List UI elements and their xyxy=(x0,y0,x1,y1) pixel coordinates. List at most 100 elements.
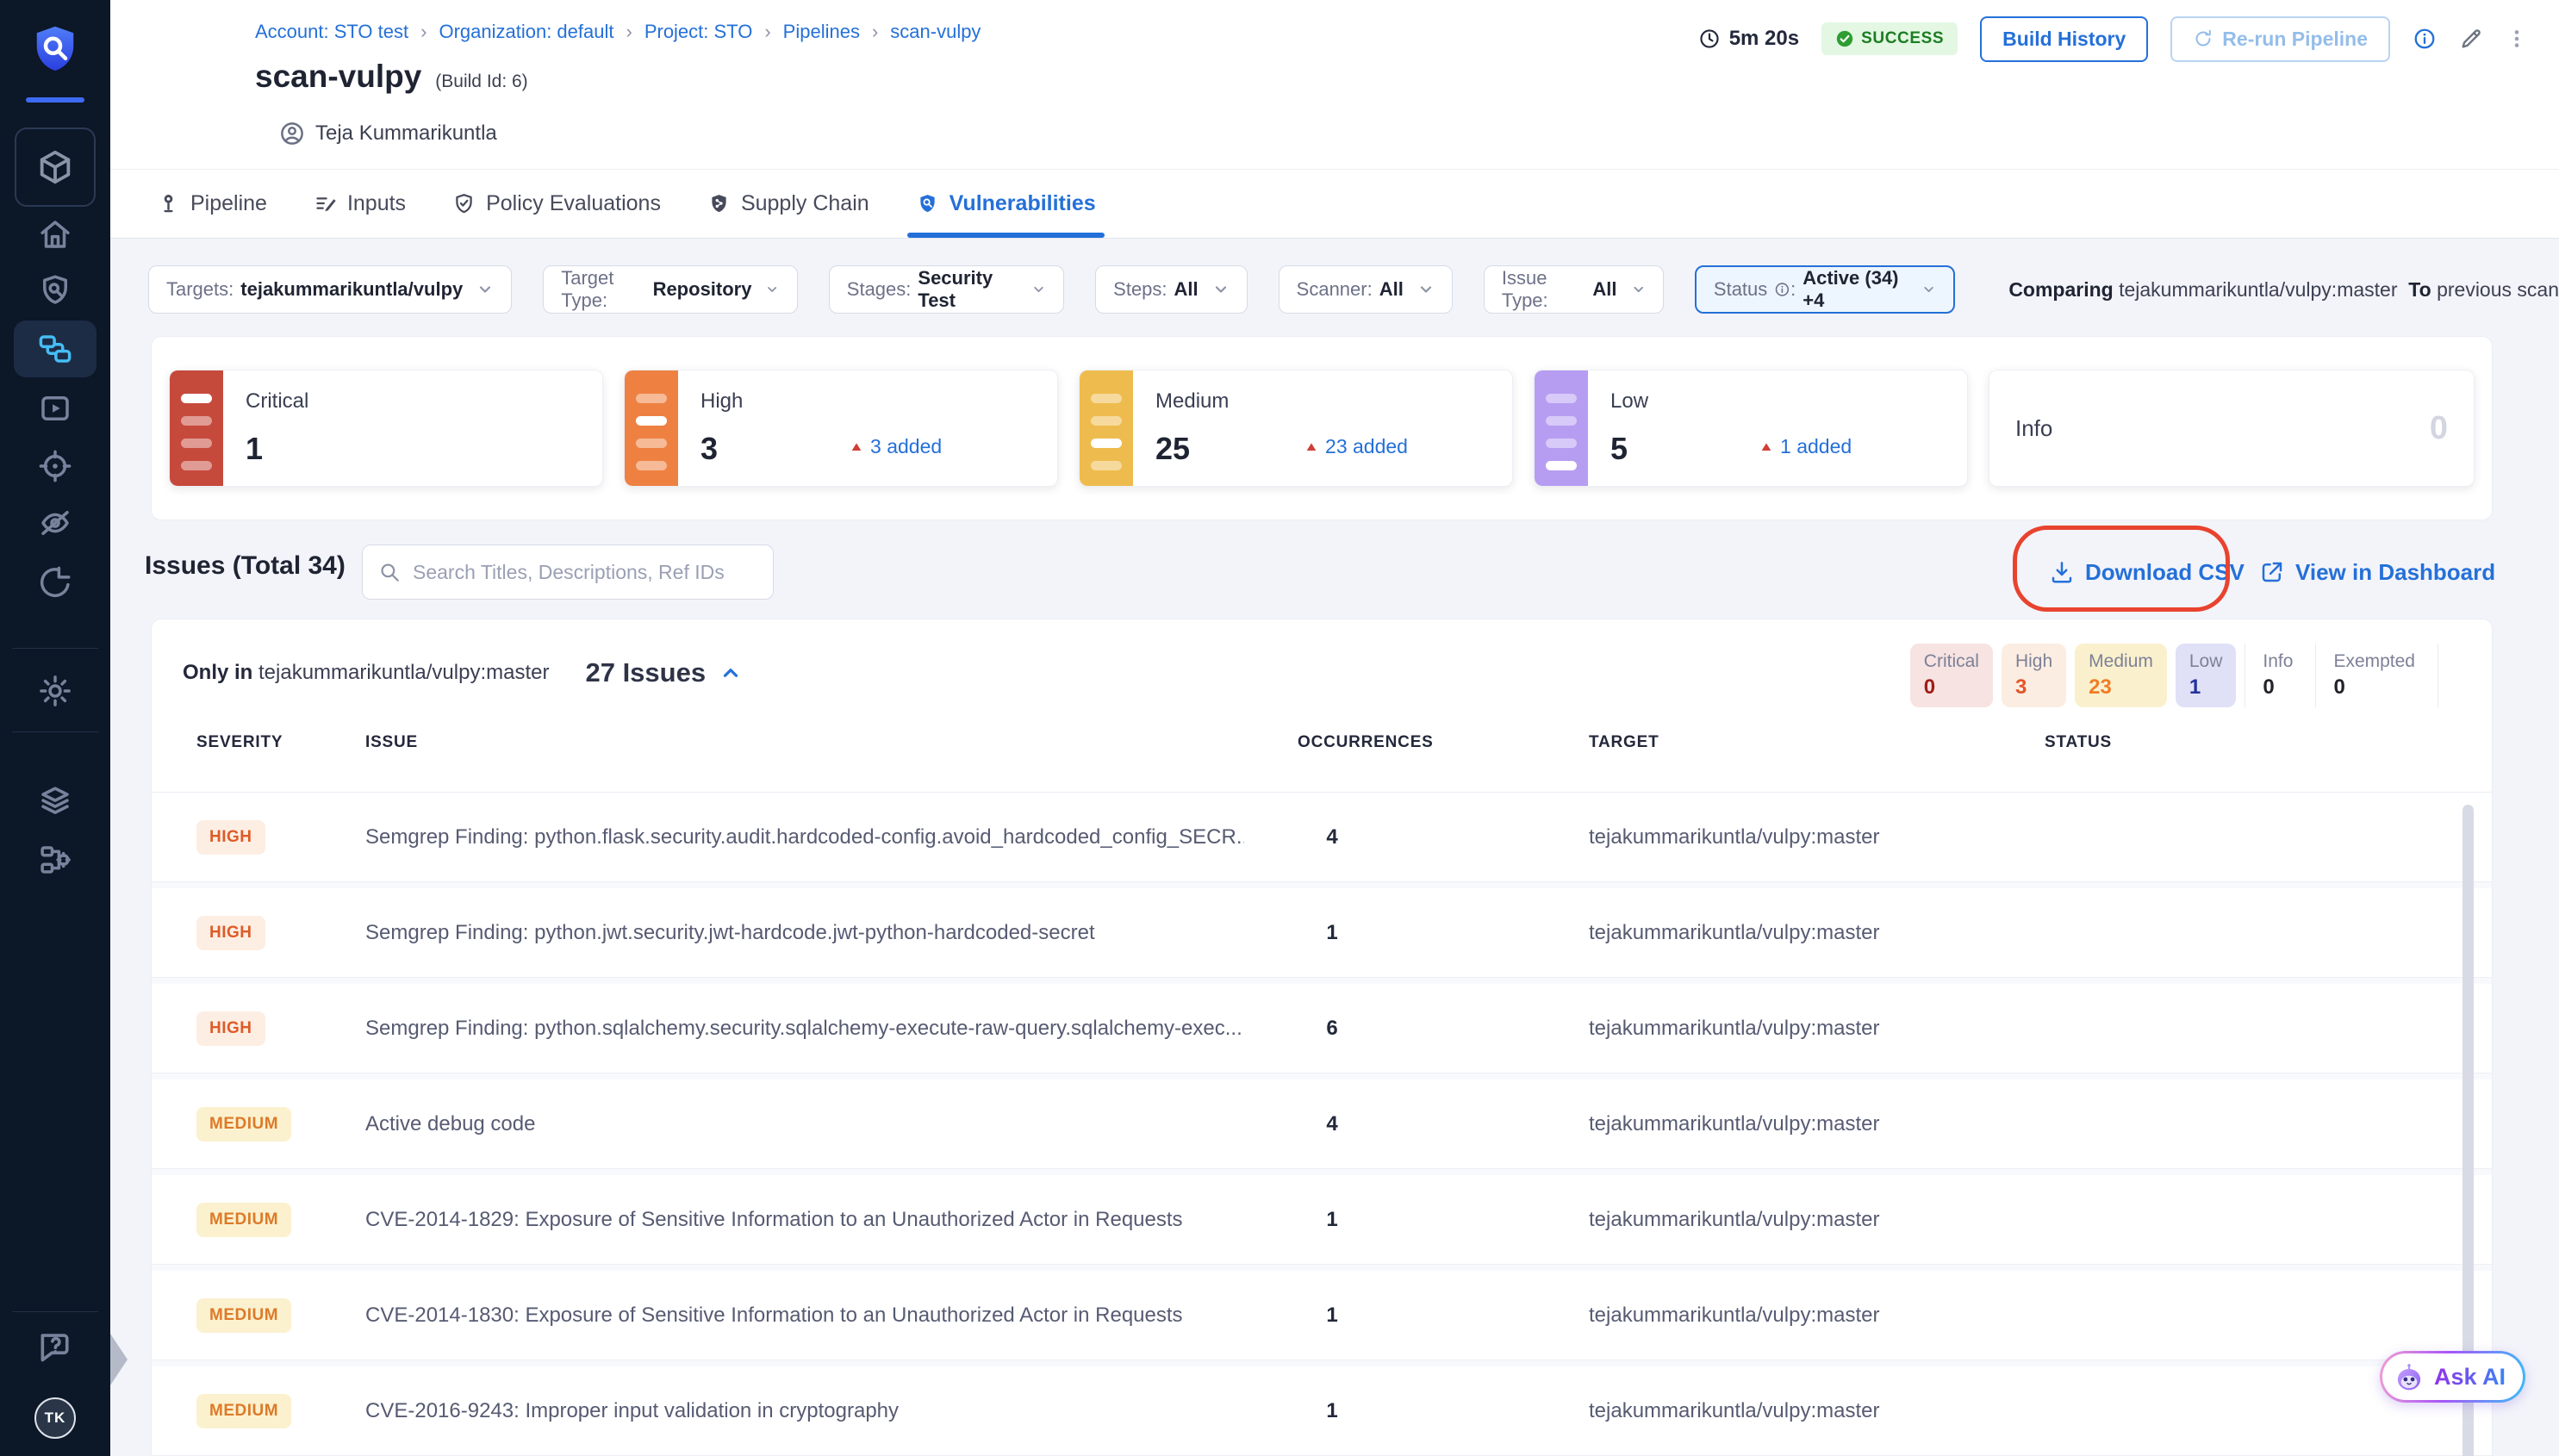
nav-overview-icon[interactable] xyxy=(37,272,73,308)
tab-policy-evaluations[interactable]: Policy Evaluations xyxy=(452,170,661,238)
download-csv-button[interactable]: Download CSV xyxy=(2049,548,2245,596)
nav-test-targets-icon[interactable] xyxy=(37,448,73,484)
card-label: High xyxy=(700,389,743,414)
filter-status[interactable]: Status:Active (34) +4 xyxy=(1695,265,1955,314)
nav-home-icon[interactable] xyxy=(37,216,73,252)
chip-critical[interactable]: Critical0 xyxy=(1910,644,1993,707)
user-icon xyxy=(279,121,305,146)
chevron-up-icon[interactable] xyxy=(719,662,742,684)
occurrences-count: 6 xyxy=(1276,1017,1388,1041)
tab-inputs[interactable]: Inputs xyxy=(314,170,406,238)
table-row[interactable]: MEDIUM CVE-2016-9243: Improper input val… xyxy=(152,1366,2492,1456)
search-input[interactable] xyxy=(411,560,757,585)
triangle-up-icon xyxy=(1304,440,1318,454)
chip-label: Low xyxy=(2189,651,2223,672)
filter-scanner[interactable]: Scanner:All xyxy=(1279,265,1453,314)
severity-badge: HIGH xyxy=(196,916,265,950)
occurrences-count: 1 xyxy=(1276,1399,1388,1423)
severity-badge: HIGH xyxy=(196,1011,265,1046)
filter-stages[interactable]: Stages:Security Test xyxy=(829,265,1064,314)
table-row[interactable]: HIGH Semgrep Finding: python.flask.secur… xyxy=(152,793,2492,882)
user-avatar[interactable]: TK xyxy=(34,1397,76,1439)
rerun-pipeline-button[interactable]: Re-run Pipeline xyxy=(2170,16,2390,62)
chip-info[interactable]: Info0 xyxy=(2245,644,2307,707)
table-row[interactable]: MEDIUM CVE-2014-1830: Exposure of Sensit… xyxy=(152,1271,2492,1360)
chevron-down-icon xyxy=(1631,281,1646,298)
execution-tabs: Pipeline Inputs Policy Evaluations Supply C… xyxy=(110,169,2559,239)
nav-executions-icon[interactable] xyxy=(37,390,73,426)
nav-pipelines-icon[interactable] xyxy=(14,320,97,377)
target-name: tejakummarikuntla/vulpy:master xyxy=(1589,1112,1879,1136)
group-issue-count: 27 Issues xyxy=(585,657,706,688)
filter-steps[interactable]: Steps:All xyxy=(1095,265,1248,314)
pipeline-tab-icon xyxy=(157,192,180,215)
tab-pipeline[interactable]: Pipeline xyxy=(157,170,267,238)
sidebar-expand-handle[interactable] xyxy=(110,1334,128,1385)
breadcrumb-item[interactable]: Account: STO test xyxy=(255,21,408,43)
severity-chips-row: Critical0High3Medium23Low1Info0Exempted0 xyxy=(1910,644,2438,707)
chip-low[interactable]: Low1 xyxy=(2176,644,2237,707)
download-icon xyxy=(2049,559,2075,585)
nav-exemptions-icon[interactable] xyxy=(37,505,73,541)
tab-supply-chain[interactable]: Supply Chain xyxy=(707,170,869,238)
chevron-down-icon xyxy=(765,281,779,298)
table-row[interactable]: MEDIUM Active debug code 4 tejakummariku… xyxy=(152,1080,2492,1169)
table-row[interactable]: HIGH Semgrep Finding: python.jwt.securit… xyxy=(152,888,2492,978)
table-row[interactable]: HIGH Semgrep Finding: python.sqlalchemy.… xyxy=(152,984,2492,1073)
issues-table-panel: Only in tejakummarikuntla/vulpy:master 2… xyxy=(151,619,2493,1456)
target-name: tejakummarikuntla/vulpy:master xyxy=(1589,1208,1879,1232)
view-in-dashboard-button[interactable]: View in Dashboard xyxy=(2259,548,2495,596)
chip-value: 0 xyxy=(1924,675,1979,700)
nav-project-settings-icon[interactable] xyxy=(37,673,73,709)
search-icon xyxy=(378,561,401,583)
build-history-button[interactable]: Build History xyxy=(1980,16,2148,62)
column-header-target: TARGET xyxy=(1589,733,1659,752)
chevron-down-icon xyxy=(1212,281,1230,298)
filter-issue-type[interactable]: Issue Type:All xyxy=(1484,265,1664,314)
chevron-down-icon xyxy=(1031,281,1046,298)
nav-environments-icon[interactable] xyxy=(37,783,73,819)
group-target-name: tejakummarikuntla/vulpy:master xyxy=(258,661,549,684)
nav-infrastructure-icon[interactable] xyxy=(37,842,73,878)
column-header-occurrences: OCCURRENCES xyxy=(1298,733,1434,752)
severity-badge: MEDIUM xyxy=(196,1298,291,1333)
issue-title: CVE-2016-9243: Improper input validation… xyxy=(365,1399,899,1423)
issues-rows: HIGH Semgrep Finding: python.flask.secur… xyxy=(152,792,2492,1456)
issues-search-box[interactable] xyxy=(362,544,774,600)
card-count: 1 xyxy=(246,431,263,467)
build-id-label: (Build Id: 6) xyxy=(435,72,527,92)
supply-chain-icon xyxy=(707,192,731,215)
help-chat-icon[interactable] xyxy=(36,1327,74,1365)
chip-high[interactable]: High3 xyxy=(2002,644,2066,707)
edit-pipeline-icon[interactable] xyxy=(2459,27,2483,51)
severity-card-medium: Medium 2523 added xyxy=(1079,370,1513,487)
table-header: SEVERITY ISSUE OCCURRENCES TARGET STATUS xyxy=(152,733,2492,771)
chip-exempted[interactable]: Exempted0 xyxy=(2315,644,2438,707)
severity-badge: HIGH xyxy=(196,820,265,855)
chip-medium[interactable]: Medium23 xyxy=(2075,644,2167,707)
sto-logo-icon[interactable] xyxy=(29,22,81,76)
issue-title: Semgrep Finding: python.sqlalchemy.secur… xyxy=(365,1017,1242,1041)
only-in-label: Only in xyxy=(183,661,252,684)
filter-target-type[interactable]: Target Type:Repository xyxy=(543,265,798,314)
breadcrumb-item[interactable]: Organization: default xyxy=(439,21,613,43)
module-selector-button[interactable] xyxy=(15,128,96,207)
cube-module-icon xyxy=(35,147,75,187)
more-options-icon[interactable] xyxy=(2506,28,2528,50)
ask-ai-label: Ask AI xyxy=(2434,1364,2506,1391)
page-header: Account: STO test›Organization: default›… xyxy=(110,0,2559,239)
breadcrumb-item[interactable]: scan-vulpy xyxy=(890,21,981,43)
chip-label: Medium xyxy=(2089,651,2153,672)
breadcrumb-item[interactable]: Pipelines xyxy=(783,21,860,43)
info-icon[interactable] xyxy=(2413,27,2437,51)
ask-ai-button[interactable]: Ask AI xyxy=(2380,1351,2525,1403)
tab-vulnerabilities[interactable]: Vulnerabilities xyxy=(916,170,1096,238)
table-row[interactable]: MEDIUM CVE-2014-1829: Exposure of Sensit… xyxy=(152,1175,2492,1265)
nav-baselines-icon[interactable] xyxy=(37,564,73,600)
issues-total-title: Issues (Total 34) xyxy=(145,551,346,581)
filter-targets[interactable]: Targets:tejakummarikuntla/vulpy xyxy=(148,265,512,314)
chip-value: 3 xyxy=(2015,675,2052,700)
breadcrumb-item[interactable]: Project: STO xyxy=(644,21,753,43)
card-count: 0 xyxy=(2430,410,2448,447)
column-header-status: STATUS xyxy=(2045,733,2112,752)
